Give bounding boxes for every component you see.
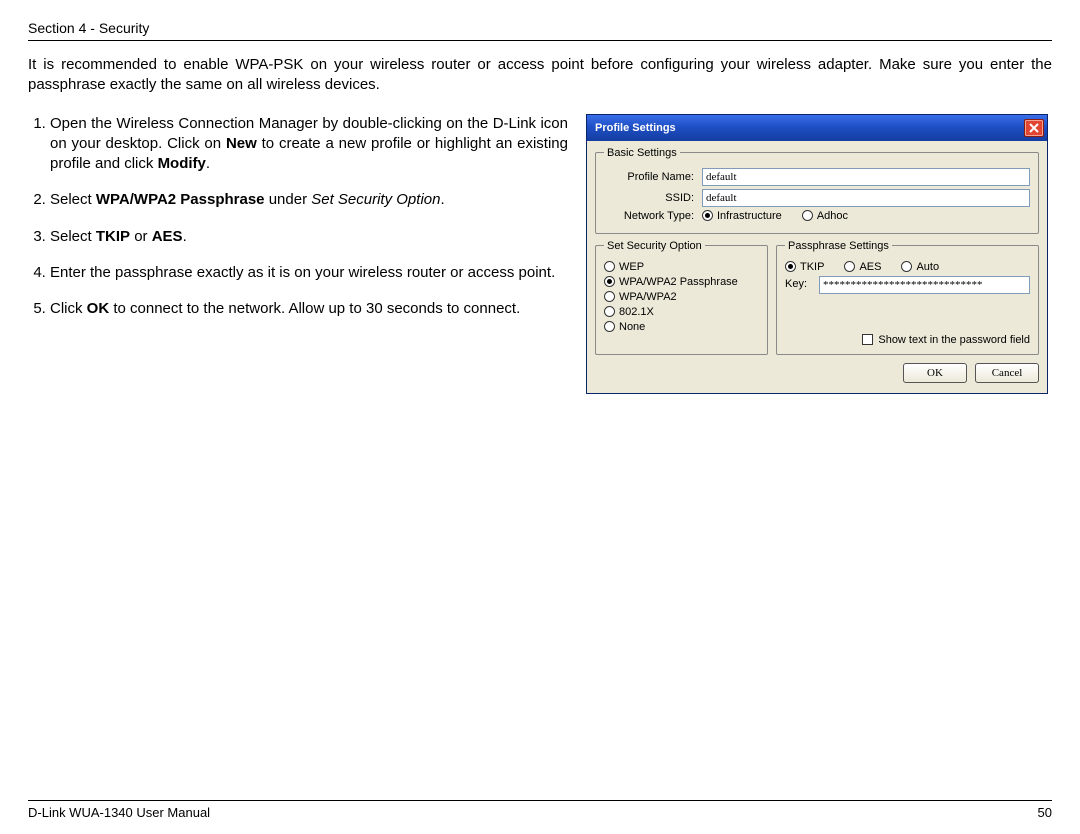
dialog-title: Profile Settings <box>595 122 676 134</box>
tkip-radio-label: TKIP <box>800 261 824 273</box>
step-1-text-e: . <box>206 155 210 172</box>
close-button[interactable] <box>1024 119 1044 137</box>
step-2-text-c: under <box>265 191 312 208</box>
aes-radio[interactable]: AES <box>844 261 881 273</box>
security-option-legend: Set Security Option <box>604 240 705 252</box>
ssid-input[interactable] <box>702 189 1030 207</box>
step-4: Enter the passphrase exactly as it is on… <box>50 263 568 283</box>
tkip-radio[interactable]: TKIP <box>785 261 824 273</box>
wpa-passphrase-radio-label: WPA/WPA2 Passphrase <box>619 276 738 288</box>
step-3: Select TKIP or AES. <box>50 227 568 247</box>
step-3-text-c: or <box>130 228 152 245</box>
intro-paragraph: It is recommended to enable WPA-PSK on y… <box>28 55 1052 96</box>
8021x-radio-label: 802.1X <box>619 306 654 318</box>
wep-radio[interactable]: WEP <box>604 261 759 273</box>
step-3-aes: AES <box>152 228 183 245</box>
footer-page-number: 50 <box>1038 805 1052 820</box>
key-input[interactable] <box>819 276 1030 294</box>
aes-radio-label: AES <box>859 261 881 273</box>
adhoc-radio[interactable]: Adhoc <box>802 210 848 222</box>
auto-radio-label: Auto <box>916 261 939 273</box>
close-icon <box>1029 123 1039 133</box>
key-label: Key: <box>785 278 813 290</box>
ssid-label: SSID: <box>604 192 694 204</box>
security-option-group: Set Security Option WEP WPA/WPA2 Passphr… <box>595 240 768 355</box>
wpa-passphrase-radio-input[interactable] <box>604 276 615 287</box>
8021x-radio-input[interactable] <box>604 306 615 317</box>
wpa-radio-label: WPA/WPA2 <box>619 291 677 303</box>
passphrase-settings-legend: Passphrase Settings <box>785 240 892 252</box>
dialog-titlebar[interactable]: Profile Settings <box>587 115 1047 141</box>
auto-radio[interactable]: Auto <box>901 261 939 273</box>
adhoc-radio-input[interactable] <box>802 210 813 221</box>
step-2: Select WPA/WPA2 Passphrase under Set Sec… <box>50 190 568 210</box>
cancel-button[interactable]: Cancel <box>975 363 1039 383</box>
step-2-text-a: Select <box>50 191 96 208</box>
step-5: Click OK to connect to the network. Allo… <box>50 299 568 319</box>
profile-name-label: Profile Name: <box>604 171 694 183</box>
none-radio-input[interactable] <box>604 321 615 332</box>
ok-button[interactable]: OK <box>903 363 967 383</box>
tkip-radio-input[interactable] <box>785 261 796 272</box>
adhoc-radio-label: Adhoc <box>817 210 848 222</box>
step-2-sso: Set Security Option <box>311 191 440 208</box>
infrastructure-radio-label: Infrastructure <box>717 210 782 222</box>
basic-settings-group: Basic Settings Profile Name: SSID: Netwo… <box>595 147 1039 234</box>
show-text-checkbox-input[interactable] <box>862 334 873 345</box>
top-rule <box>28 40 1052 41</box>
step-3-tkip: TKIP <box>96 228 130 245</box>
network-type-label: Network Type: <box>604 210 694 222</box>
wep-radio-input[interactable] <box>604 261 615 272</box>
bottom-rule <box>28 800 1052 801</box>
step-5-text-a: Click <box>50 300 87 317</box>
infrastructure-radio[interactable]: Infrastructure <box>702 210 782 222</box>
step-2-wpa: WPA/WPA2 Passphrase <box>96 191 265 208</box>
aes-radio-input[interactable] <box>844 261 855 272</box>
show-text-checkbox[interactable]: Show text in the password field <box>862 334 1030 346</box>
step-3-text-e: . <box>183 228 187 245</box>
step-2-text-e: . <box>440 191 444 208</box>
none-radio-label: None <box>619 321 645 333</box>
step-1-modify: Modify <box>158 155 206 172</box>
section-header: Section 4 - Security <box>28 20 1052 36</box>
instruction-list: Open the Wireless Connection Manager by … <box>28 114 568 320</box>
passphrase-settings-group: Passphrase Settings TKIP AES <box>776 240 1039 355</box>
footer-manual-title: D-Link WUA-1340 User Manual <box>28 805 210 820</box>
step-5-text-c: to connect to the network. Allow up to 3… <box>109 300 520 317</box>
wep-radio-label: WEP <box>619 261 644 273</box>
show-text-checkbox-label: Show text in the password field <box>878 334 1030 346</box>
8021x-radio[interactable]: 802.1X <box>604 306 759 318</box>
step-5-ok: OK <box>87 300 110 317</box>
step-1-new: New <box>226 135 257 152</box>
profile-name-input[interactable] <box>702 168 1030 186</box>
auto-radio-input[interactable] <box>901 261 912 272</box>
page-footer: D-Link WUA-1340 User Manual 50 <box>28 800 1052 820</box>
wpa-radio-input[interactable] <box>604 291 615 302</box>
step-3-text-a: Select <box>50 228 96 245</box>
step-1: Open the Wireless Connection Manager by … <box>50 114 568 175</box>
basic-settings-legend: Basic Settings <box>604 147 680 159</box>
none-radio[interactable]: None <box>604 321 759 333</box>
wpa-passphrase-radio[interactable]: WPA/WPA2 Passphrase <box>604 276 759 288</box>
infrastructure-radio-input[interactable] <box>702 210 713 221</box>
wpa-radio[interactable]: WPA/WPA2 <box>604 291 759 303</box>
profile-settings-dialog: Profile Settings Basic Settings Profile … <box>586 114 1048 394</box>
